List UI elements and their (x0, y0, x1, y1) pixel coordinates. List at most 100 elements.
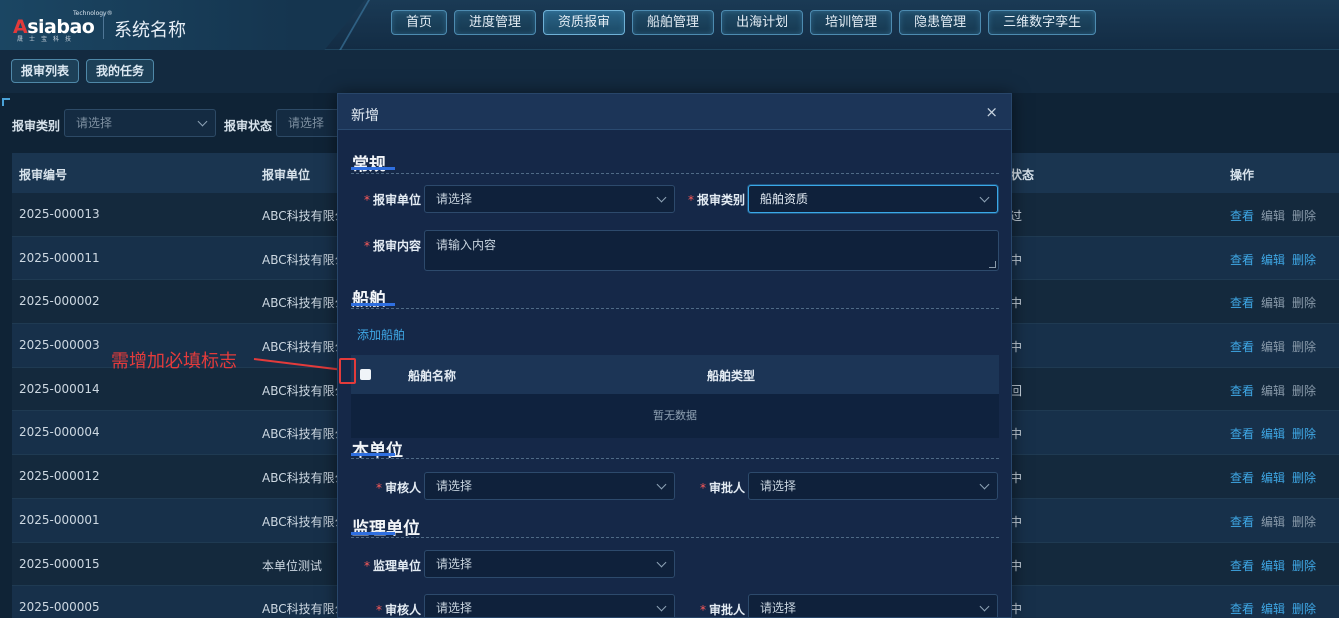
supervisor-unit-select[interactable]: 请选择 (424, 550, 675, 578)
close-icon[interactable]: × (985, 103, 998, 121)
chevron-down-icon (197, 116, 208, 127)
cell-id: 2025-000013 (19, 207, 100, 221)
delete-link[interactable]: 删除 (1292, 600, 1316, 617)
supervisor-reviewer-select[interactable]: 请选择 (424, 594, 675, 617)
tab-review-list[interactable]: 报审列表 (11, 59, 80, 83)
nav-training[interactable]: 培训管理 (810, 10, 893, 35)
nav-ships[interactable]: 船舶管理 (632, 10, 715, 35)
filter-type-select[interactable]: 请选择 (64, 109, 216, 137)
annotation-text: 需增加必填标志 (111, 351, 237, 372)
chevron-down-icon (656, 601, 667, 612)
cell-unit: 本单位测试 (262, 558, 323, 573)
edit-link[interactable]: 编辑 (1261, 251, 1285, 268)
chevron-down-icon (979, 601, 990, 612)
th-id: 报审编号 (19, 168, 68, 182)
view-link[interactable]: 查看 (1230, 557, 1254, 574)
main-nav: 首页 进度管理 资质报审 船舶管理 出海计划 培训管理 隐患管理 三维数字孪生 (391, 10, 1097, 36)
section-divider (351, 173, 999, 174)
label-review-type: * 报审类别 (688, 193, 746, 207)
edit-link[interactable]: 编辑 (1261, 513, 1285, 530)
edit-link[interactable]: 编辑 (1261, 557, 1285, 574)
review-unit-select[interactable]: 请选择 (424, 185, 675, 213)
section-divider (351, 537, 999, 538)
section-underline (351, 532, 395, 535)
own-approver-select[interactable]: 请选择 (748, 472, 998, 500)
edit-link[interactable]: 编辑 (1261, 207, 1285, 224)
section-divider (351, 458, 999, 459)
view-link[interactable]: 查看 (1230, 294, 1254, 311)
cell-unit: ABC科技有限公 (262, 514, 347, 529)
delete-link[interactable]: 删除 (1292, 294, 1316, 311)
modal-header: 新增 × (338, 94, 1011, 130)
delete-link[interactable]: 删除 (1292, 513, 1316, 530)
create-modal: 新增 × 常规 * 报审单位 请选择 * 报审类别 船舶资质 * 报审内容 请输入内容… (337, 93, 1012, 618)
label-supervisor-approver: * 审批人 (700, 603, 746, 617)
section-divider (351, 308, 999, 309)
edit-link[interactable]: 编辑 (1261, 382, 1285, 399)
filter-type-label: 报审类别 (12, 119, 61, 133)
label-review-unit: * 报审单位 (364, 193, 422, 207)
view-link[interactable]: 查看 (1230, 469, 1254, 486)
th-unit: 报审单位 (262, 168, 311, 182)
edit-link[interactable]: 编辑 (1261, 338, 1285, 355)
th-ship-name: 船舶名称 (408, 369, 457, 383)
select-all-checkbox[interactable] (360, 369, 371, 380)
review-content-textarea[interactable]: 请输入内容 (424, 230, 999, 271)
cell-id: 2025-000015 (19, 556, 100, 571)
view-link[interactable]: 查看 (1230, 207, 1254, 224)
view-link[interactable]: 查看 (1230, 425, 1254, 442)
system-name: 系统名称 (114, 20, 186, 41)
cell-id: 2025-000004 (19, 425, 100, 440)
nav-digital-twin[interactable]: 三维数字孪生 (988, 10, 1097, 35)
view-link[interactable]: 查看 (1230, 600, 1254, 617)
modal-title: 新增 (351, 108, 379, 124)
edit-link[interactable]: 编辑 (1261, 469, 1285, 486)
sub-tab-bar: 报审列表 我的任务 (0, 50, 1339, 93)
delete-link[interactable]: 删除 (1292, 207, 1316, 224)
nav-home[interactable]: 首页 (391, 10, 448, 35)
resize-handle-icon[interactable] (989, 261, 996, 268)
cell-unit: ABC科技有限公 (262, 340, 347, 355)
required-mark: * (700, 603, 706, 617)
view-link[interactable]: 查看 (1230, 382, 1254, 399)
delete-link[interactable]: 删除 (1292, 338, 1316, 355)
delete-link[interactable]: 删除 (1292, 382, 1316, 399)
delete-link[interactable]: 删除 (1292, 469, 1316, 486)
delete-link[interactable]: 删除 (1292, 251, 1316, 268)
nav-sea-plan[interactable]: 出海计划 (721, 10, 804, 35)
nav-qualification[interactable]: 资质报审 (543, 10, 626, 35)
label-supervisor-reviewer: * 审核人 (376, 603, 422, 617)
app-header: Technology® Asiabao 晟士宝科技 系统名称 首页 进度管理 资… (0, 0, 1339, 54)
view-link[interactable]: 查看 (1230, 338, 1254, 355)
cell-unit: ABC科技有限公 (262, 602, 347, 617)
section-supervisor-title: 监理单位 (352, 519, 420, 539)
view-link[interactable]: 查看 (1230, 513, 1254, 530)
supervisor-approver-select[interactable]: 请选择 (748, 594, 998, 617)
cell-id: 2025-000012 (19, 469, 100, 484)
cell-unit: ABC科技有限公 (262, 209, 347, 223)
view-link[interactable]: 查看 (1230, 251, 1254, 268)
review-type-select[interactable]: 船舶资质 (748, 185, 998, 213)
nav-hazard[interactable]: 隐患管理 (899, 10, 982, 35)
tab-my-tasks[interactable]: 我的任务 (86, 59, 155, 83)
required-mark: * (688, 193, 694, 207)
required-mark: * (376, 481, 382, 495)
cell-id: 2025-000005 (19, 600, 100, 615)
filter-status-select[interactable]: 请选择 (276, 109, 346, 137)
required-mark: * (364, 239, 370, 253)
edit-link[interactable]: 编辑 (1261, 425, 1285, 442)
label-review-content: * 报审内容 (364, 239, 422, 253)
cell-unit: ABC科技有限公 (262, 296, 347, 311)
delete-link[interactable]: 删除 (1292, 557, 1316, 574)
edit-link[interactable]: 编辑 (1261, 294, 1285, 311)
delete-link[interactable]: 删除 (1292, 425, 1316, 442)
own-reviewer-select[interactable]: 请选择 (424, 472, 675, 500)
add-ship-link[interactable]: 添加船舶 (357, 326, 405, 343)
annotation-highlight-box (339, 358, 356, 384)
section-general-title: 常规 (352, 155, 386, 175)
th-ops: 操作 (1230, 168, 1255, 182)
label-own-approver: * 审批人 (700, 481, 746, 495)
chevron-down-icon (979, 479, 990, 490)
edit-link[interactable]: 编辑 (1261, 600, 1285, 617)
nav-progress[interactable]: 进度管理 (454, 10, 537, 35)
